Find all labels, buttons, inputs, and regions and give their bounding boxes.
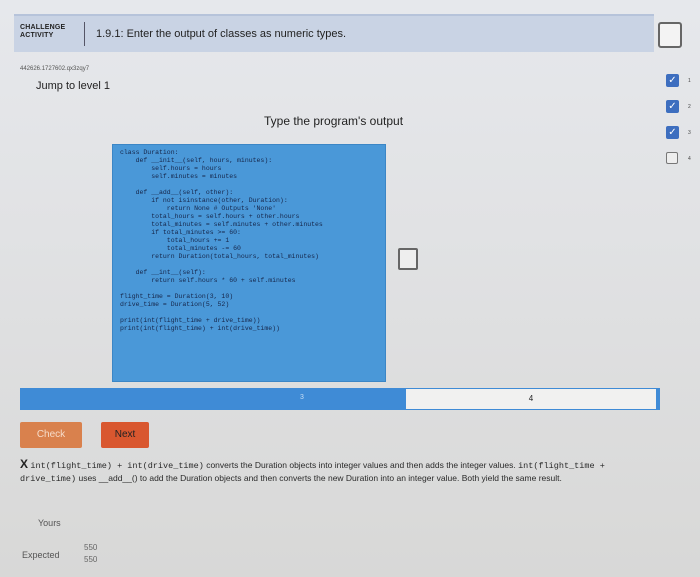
- completion-checkbox-icon: [658, 22, 682, 48]
- jump-to-level-link[interactable]: Jump to level 1: [36, 80, 110, 92]
- explanation-text-1: converts the Duration objects into integ…: [203, 460, 516, 470]
- code-line: drive_time = Duration(5, 52): [120, 301, 230, 308]
- level-sidebar: ✓ 1 ✓ 2 ✓ 3 4: [666, 74, 696, 178]
- code-line: flight_time = Duration(3, 10): [120, 293, 234, 300]
- code-line: def __int__(self):: [120, 269, 206, 276]
- code-line: total_minutes -= 60: [120, 245, 241, 252]
- checkmark-icon: ✓: [666, 100, 679, 113]
- activity-header: CHALLENGE ACTIVITY 1.9.1: Enter the outp…: [14, 14, 654, 52]
- explanation-text-2: uses __add__() to add the Duration objec…: [76, 473, 562, 483]
- code-line: return self.hours * 60 + self.minutes: [120, 277, 296, 284]
- level-number: 1: [688, 78, 691, 84]
- expected-label: Expected: [22, 550, 60, 560]
- level-item-2[interactable]: ✓ 2: [666, 100, 696, 126]
- incorrect-icon: X: [20, 457, 29, 471]
- explanation: X int(flight_time) + int(drive_time) con…: [20, 458, 660, 485]
- code-line: print(int(flight_time) + int(drive_time)…: [120, 325, 280, 332]
- code-line: total_hours += 1: [120, 237, 230, 244]
- level-number: 3: [688, 130, 691, 136]
- level-number: 2: [688, 104, 691, 110]
- expected-line: 550: [84, 555, 98, 564]
- prompt-text: Type the program's output: [264, 114, 404, 128]
- code-line: def __add__(self, other):: [120, 189, 234, 196]
- code-line: print(int(flight_time + drive_time)): [120, 317, 261, 324]
- challenge-badge: CHALLENGE ACTIVITY: [20, 24, 78, 40]
- yours-label: Yours: [38, 518, 61, 528]
- level-item-3[interactable]: ✓ 3: [666, 126, 696, 152]
- level-marker[interactable]: 3: [300, 394, 304, 401]
- checkmark-icon: ✓: [666, 74, 679, 87]
- expected-line: 550: [84, 543, 98, 552]
- code-lines: class Duration: def __init__(self, hours…: [120, 149, 323, 333]
- activity-title: 1.9.1: Enter the output of classes as nu…: [96, 28, 347, 40]
- code-line: self.hours = hours: [120, 165, 222, 172]
- code-line: class Duration:: [120, 149, 179, 156]
- badge-line-2: ACTIVITY: [20, 32, 54, 39]
- code-line: return Duration(total_hours, total_minut…: [120, 253, 319, 260]
- check-button[interactable]: Check: [20, 422, 82, 448]
- answer-input[interactable]: [398, 248, 418, 270]
- code-line: def __init__(self, hours, minutes):: [120, 157, 273, 164]
- code-line: if total_minutes >= 60:: [120, 229, 241, 236]
- code-line: total_minutes = self.minutes + other.min…: [120, 221, 323, 228]
- next-button[interactable]: Next: [101, 422, 149, 448]
- level-number: 4: [688, 156, 691, 162]
- user-id: 442626.1727602.qx3zqy7: [20, 66, 90, 72]
- current-level-cell[interactable]: 4: [406, 389, 656, 409]
- explanation-code-1: int(flight_time) + int(drive_time): [30, 461, 204, 471]
- code-line: return None # Outputs 'None': [120, 205, 277, 212]
- code-line: self.minutes = minutes: [120, 173, 238, 180]
- badge-line-1: CHALLENGE: [20, 24, 66, 31]
- level-progress-bar: 3 4: [20, 388, 660, 410]
- empty-box-icon: [666, 152, 678, 164]
- level-item-4[interactable]: 4: [666, 152, 696, 178]
- header-divider: [84, 22, 85, 46]
- code-block: class Duration: def __init__(self, hours…: [112, 144, 386, 382]
- expected-output: 550 550: [84, 542, 97, 566]
- checkmark-icon: ✓: [666, 126, 679, 139]
- level-item-1[interactable]: ✓ 1: [666, 74, 696, 100]
- code-line: if not isinstance(other, Duration):: [120, 197, 288, 204]
- code-line: total_hours = self.hours + other.hours: [120, 213, 300, 220]
